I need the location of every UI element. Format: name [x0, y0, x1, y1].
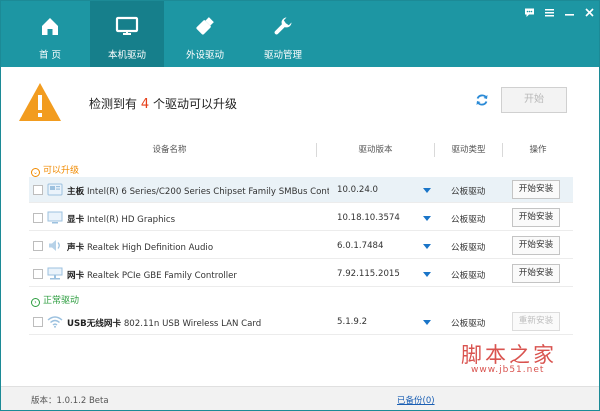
table-row[interactable]: USB无线网卡 802.11n USB Wireless LAN Card 5.…: [29, 309, 573, 335]
backups-link[interactable]: 已备份(0): [397, 394, 435, 406]
device-name: 主板 Intel(R) 6 Series/C200 Series Chipset…: [67, 185, 329, 197]
version-dropdown-icon[interactable]: [423, 272, 431, 277]
home-icon: [39, 15, 61, 40]
upgrade-count-message: 检测到有 4 个驱动可以升级: [89, 95, 237, 112]
device-name: 显卡 Intel(R) HD Graphics: [67, 213, 329, 225]
warning-icon: [17, 81, 63, 126]
driver-version: 6.0.1.7484: [337, 241, 384, 251]
network-icon: [47, 267, 63, 283]
driver-type: 公板驱动: [451, 319, 486, 329]
top-nav-bar: 首 页 本机驱动 外设驱动 驱动管理: [1, 1, 599, 67]
tab-driver-management-label: 驱动管理: [263, 50, 302, 61]
device-model: Intel(R) 6 Series/C200 Series Chipset Fa…: [86, 187, 329, 197]
device-model: 802.11n USB Wireless LAN Card: [123, 319, 262, 329]
device-model: Realtek High Definition Audio: [86, 243, 214, 253]
version-dropdown-icon[interactable]: [423, 320, 431, 325]
speaker-icon: [47, 239, 63, 255]
driver-type: 公板驱动: [451, 187, 486, 197]
col-driver-type: 驱动类型: [435, 143, 503, 157]
device-category: 声卡: [67, 243, 85, 253]
menu-icon[interactable]: [544, 7, 555, 18]
driver-version: 5.1.9.2: [337, 317, 368, 327]
driver-version: 7.92.115.2015: [337, 269, 400, 279]
wrench-icon: [272, 15, 294, 40]
close-icon[interactable]: [584, 7, 595, 18]
device-name: 声卡 Realtek High Definition Audio: [67, 241, 329, 253]
tab-local-drivers-label: 本机驱动: [107, 50, 146, 61]
row-checkbox[interactable]: [33, 185, 43, 195]
window-controls: [524, 7, 595, 18]
device-category: 主板: [67, 187, 85, 197]
start-button[interactable]: 开始: [501, 87, 567, 113]
device-model: Intel(R) HD Graphics: [86, 215, 176, 225]
col-driver-version: 驱动版本: [317, 143, 435, 157]
minimize-icon[interactable]: [564, 7, 575, 18]
driver-version: 10.18.10.3574: [337, 213, 400, 223]
tab-local-drivers[interactable]: 本机驱动: [90, 1, 164, 67]
motherboard-icon: [47, 183, 63, 199]
version-dropdown-icon[interactable]: [423, 216, 431, 221]
expand-icon: ›: [31, 298, 40, 307]
display-icon: [47, 211, 63, 227]
section-upgradable-label: 可以升级: [43, 166, 80, 176]
app-version: 版本：1.0.1.2 Beta: [31, 396, 109, 406]
install-button[interactable]: 开始安装: [512, 236, 560, 255]
table-row[interactable]: 显卡 Intel(R) HD Graphics 10.18.10.3574 公板…: [29, 205, 573, 231]
reinstall-button[interactable]: 重新安装: [512, 312, 560, 331]
col-device-name: 设备名称: [23, 143, 317, 157]
device-model: Realtek PCIe GBE Family Controller: [86, 271, 237, 281]
feedback-icon[interactable]: [524, 7, 535, 18]
wifi-icon: [47, 315, 63, 331]
device-category: 网卡: [67, 271, 85, 281]
col-action: 操作: [529, 145, 547, 155]
tab-home-label: 首 页: [38, 50, 62, 61]
table-row[interactable]: 声卡 Realtek High Definition Audio 6.0.1.7…: [29, 233, 573, 259]
device-name: USB无线网卡 802.11n USB Wireless LAN Card: [67, 317, 329, 329]
driver-type: 公板驱动: [451, 271, 486, 281]
install-button[interactable]: 开始安装: [512, 208, 560, 227]
upgrade-count: 4: [140, 97, 150, 112]
collapse-icon: ⌄: [31, 168, 40, 177]
section-upgradable[interactable]: ⌄ 可以升级: [31, 163, 79, 177]
table-header: 设备名称 驱动版本 驱动类型 操作: [23, 143, 573, 157]
row-checkbox[interactable]: [33, 213, 43, 223]
device-category: USB无线网卡: [67, 319, 122, 329]
summary-prefix: 检测到有: [89, 97, 138, 111]
device-category: 显卡: [67, 215, 85, 225]
tab-peripheral-drivers-label: 外设驱动: [185, 50, 224, 61]
row-checkbox[interactable]: [33, 269, 43, 279]
table-row[interactable]: 网卡 Realtek PCIe GBE Family Controller 7.…: [29, 261, 573, 287]
section-normal[interactable]: › 正常驱动: [31, 293, 79, 307]
install-button[interactable]: 开始安装: [512, 180, 560, 199]
install-button[interactable]: 开始安装: [512, 264, 560, 283]
driver-version: 10.0.24.0: [337, 185, 379, 195]
monitor-icon: [115, 15, 139, 40]
driver-type: 公板驱动: [451, 243, 486, 253]
watermark-url: www.jb51.net: [471, 365, 545, 375]
row-checkbox[interactable]: [33, 241, 43, 251]
version-dropdown-icon[interactable]: [423, 188, 431, 193]
row-checkbox[interactable]: [33, 317, 43, 327]
app-window: 首 页 本机驱动 外设驱动 驱动管理 检测到有 4 个驱动可以升级 开始 设备名…: [0, 0, 600, 411]
driver-type: 公板驱动: [451, 215, 486, 225]
usb-drive-icon: [194, 15, 216, 40]
summary-suffix: 个驱动可以升级: [152, 97, 237, 111]
tab-driver-management[interactable]: 驱动管理: [246, 1, 320, 67]
tab-peripheral-drivers[interactable]: 外设驱动: [168, 1, 242, 67]
tab-home[interactable]: 首 页: [13, 1, 87, 67]
version-dropdown-icon[interactable]: [423, 244, 431, 249]
status-bar: 版本：1.0.1.2 Beta 已备份(0): [1, 386, 599, 410]
refresh-icon[interactable]: [475, 93, 489, 110]
table-row[interactable]: 主板 Intel(R) 6 Series/C200 Series Chipset…: [29, 177, 573, 203]
device-name: 网卡 Realtek PCIe GBE Family Controller: [67, 269, 329, 281]
section-normal-label: 正常驱动: [43, 296, 80, 306]
